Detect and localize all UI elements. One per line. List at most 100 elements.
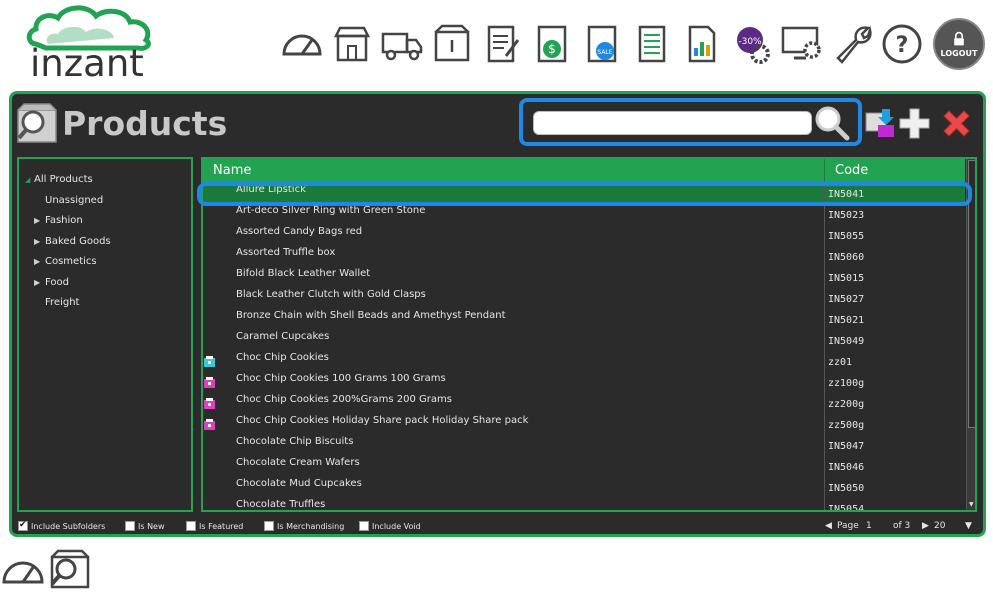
- cell-name: Choc Chip Cookies Holiday Share pack Hol…: [203, 413, 825, 434]
- table-row[interactable]: Assorted Candy Bags red IN5055: [203, 224, 965, 245]
- checkbox[interactable]: [125, 521, 135, 531]
- merchandising-button[interactable]: [864, 107, 896, 139]
- product-name: Chocolate Chip Biscuits: [236, 436, 354, 447]
- sale-document-icon: SALE: [587, 25, 616, 63]
- chevron-down-icon[interactable]: ▼: [965, 521, 972, 531]
- main-toolbar: $ SALE -30% ? LOGOUT: [279, 18, 985, 70]
- filter-is-new[interactable]: Is New: [125, 521, 165, 531]
- chevron-right-icon[interactable]: ▶: [34, 252, 40, 273]
- table-row[interactable]: Bronze Chain with Shell Beads and Amethy…: [203, 308, 965, 329]
- table-row[interactable]: Choc Chip Cookies zz01: [203, 350, 965, 371]
- report-button[interactable]: [679, 20, 724, 68]
- table-row[interactable]: Black Leather Clutch with Gold Clasps IN5…: [203, 287, 965, 308]
- table-row[interactable]: Chocolate Truffles IN5054: [203, 497, 965, 510]
- grid-rows: Allure Lipstick IN5041 Art-deco Silver Rin…: [203, 182, 965, 510]
- search-area: [519, 98, 862, 146]
- help-button[interactable]: ?: [879, 20, 924, 68]
- table-row[interactable]: Bifold Black Leather Wallet IN5015: [203, 266, 965, 287]
- report-chart-icon: [688, 25, 715, 63]
- filter-is-featured[interactable]: Is Featured: [186, 521, 243, 531]
- expand-icon[interactable]: ◢: [25, 170, 30, 191]
- product-code: IN5060: [828, 252, 865, 263]
- cell-name: Choc Chip Cookies 200%Grams 200 Grams: [203, 392, 825, 413]
- tree-item-food[interactable]: ▶ Food: [19, 273, 191, 294]
- table-row[interactable]: Chocolate Cream Wafers IN5046: [203, 455, 965, 476]
- monitor-settings-button[interactable]: [779, 20, 824, 68]
- column-header-code[interactable]: Code: [825, 159, 965, 182]
- delivery-truck-icon: [381, 32, 422, 61]
- checkbox[interactable]: [186, 521, 196, 531]
- edit-document-button[interactable]: [479, 20, 524, 68]
- table-row[interactable]: Assorted Truffle box IN5060: [203, 245, 965, 266]
- table-row[interactable]: Chocolate Mud Cupcakes IN5050: [203, 476, 965, 497]
- table-row[interactable]: Art-deco Silver Ring with Green Stone IN5…: [203, 203, 965, 224]
- delivery-button[interactable]: [379, 20, 424, 68]
- filter-label: Is New: [138, 521, 165, 531]
- product-code: IN5023: [828, 210, 865, 221]
- product-code: zz500g: [828, 420, 865, 431]
- tree-item-label: Baked Goods: [45, 235, 111, 247]
- checkbox[interactable]: [18, 520, 28, 531]
- scroll-down-icon[interactable]: ▼: [969, 501, 974, 508]
- brand-wordmark: inzant: [30, 42, 144, 85]
- cell-name: Allure Lipstick: [203, 182, 825, 203]
- dashboard-button[interactable]: [279, 20, 324, 68]
- tree-item-baked-goods[interactable]: ▶ Baked Goods: [19, 232, 191, 253]
- invoice-button[interactable]: $: [529, 20, 574, 68]
- product-code: IN5041: [828, 189, 865, 200]
- logout-button[interactable]: LOGOUT: [933, 18, 985, 70]
- cell-name: Chocolate Truffles: [203, 497, 825, 510]
- product-name: Chocolate Truffles: [236, 499, 326, 510]
- page-size-select[interactable]: 20: [934, 521, 945, 531]
- sale-document-button[interactable]: SALE: [579, 20, 624, 68]
- table-row[interactable]: Allure Lipstick IN5041: [203, 182, 965, 203]
- product-code: IN5046: [828, 462, 865, 473]
- filter-is-merchandising[interactable]: Is Merchandising: [264, 521, 344, 531]
- tree-item-label: Unassigned: [45, 194, 104, 206]
- product-name: Choc Chip Cookies: [236, 352, 329, 363]
- tools-button[interactable]: [829, 20, 874, 68]
- discount-settings-button[interactable]: -30%: [729, 20, 774, 68]
- tree-item-cosmetics[interactable]: ▶ Cosmetics: [19, 252, 191, 273]
- tree-item-freight[interactable]: Freight: [19, 293, 191, 314]
- help-icon: ?: [882, 24, 921, 64]
- prev-page-icon[interactable]: ◀: [825, 521, 832, 531]
- column-header-name[interactable]: Name: [203, 159, 825, 182]
- checkbox[interactable]: [264, 521, 274, 531]
- product-code: IN5047: [828, 441, 865, 452]
- table-row[interactable]: Caramel Cupcakes IN5049: [203, 329, 965, 350]
- cell-name: Bronze Chain with Shell Beads and Amethy…: [203, 308, 825, 329]
- filter-include-void[interactable]: Include Void: [359, 521, 421, 531]
- tree-item-all-products[interactable]: ◢ All Products: [19, 170, 191, 191]
- filter-include-subfolders[interactable]: Include Subfolders: [18, 520, 105, 531]
- chevron-right-icon[interactable]: ▶: [34, 211, 40, 232]
- chevron-right-icon[interactable]: ▶: [34, 232, 40, 253]
- table-row[interactable]: Choc Chip Cookies 200%Grams 200 Grams zz2…: [203, 392, 965, 413]
- scrollbar-thumb[interactable]: [968, 160, 975, 428]
- table-row[interactable]: Choc Chip Cookies 100 Grams 100 Grams zz1…: [203, 371, 965, 392]
- chevron-right-icon[interactable]: ▶: [34, 273, 40, 294]
- checklist-button[interactable]: [629, 20, 674, 68]
- cell-name: Assorted Truffle box: [203, 245, 825, 266]
- tree-item-fashion[interactable]: ▶ Fashion: [19, 211, 191, 232]
- table-row[interactable]: Choc Chip Cookies Holiday Share pack Hol…: [203, 413, 965, 434]
- product-name: Caramel Cupcakes: [236, 331, 330, 342]
- checkbox[interactable]: [359, 521, 369, 531]
- tree-item-unassigned[interactable]: Unassigned: [19, 191, 191, 212]
- vertical-scrollbar[interactable]: ▼: [966, 159, 975, 510]
- product-name: Choc Chip Cookies 100 Grams 100 Grams: [236, 373, 446, 384]
- product-search-icon[interactable]: [48, 547, 92, 591]
- close-button[interactable]: [940, 107, 973, 140]
- next-page-icon[interactable]: ▶: [922, 521, 929, 531]
- search-button[interactable]: [813, 104, 851, 142]
- search-input[interactable]: [533, 111, 812, 135]
- product-name: Assorted Candy Bags red: [236, 226, 363, 237]
- page-number-input[interactable]: 1: [866, 521, 872, 531]
- store-button[interactable]: [329, 20, 374, 68]
- discount-gear-icon: -30%: [736, 27, 770, 64]
- dashboard-icon[interactable]: [1, 550, 45, 590]
- products-box-button[interactable]: [429, 20, 474, 68]
- cell-name: Bifold Black Leather Wallet: [203, 266, 825, 287]
- table-row[interactable]: Chocolate Chip Biscuits IN5047: [203, 434, 965, 455]
- add-product-button[interactable]: [898, 107, 931, 140]
